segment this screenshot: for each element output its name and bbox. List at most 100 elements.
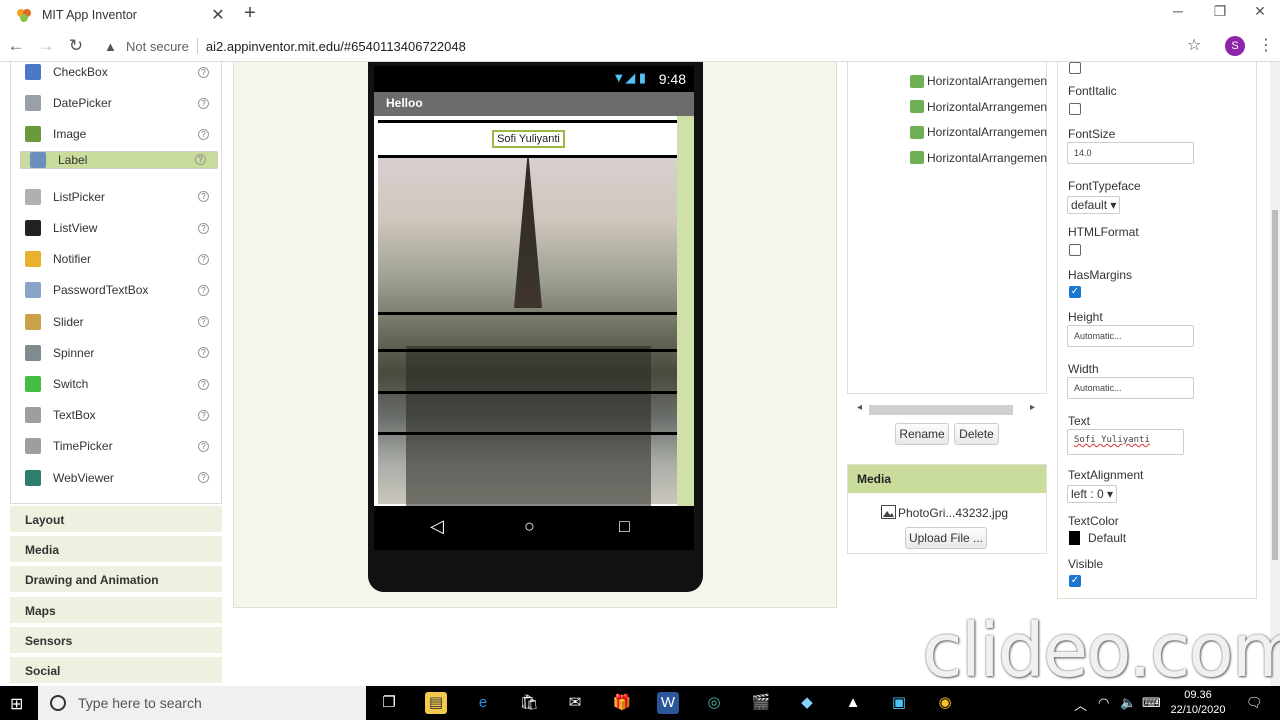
palette-category-sensors[interactable]: Sensors <box>10 626 222 655</box>
help-icon[interactable]: ? <box>198 316 209 328</box>
fonttypeface-select[interactable]: default ▾ <box>1067 196 1121 214</box>
textcolor-swatch[interactable] <box>1069 531 1080 545</box>
component-tree-item[interactable]: HorizontalArrangemen <box>910 122 1050 142</box>
maximize-button[interactable]: ❐ <box>1200 0 1240 26</box>
width-input[interactable]: Automatic... <box>1067 377 1194 399</box>
palette-item-spinner[interactable]: Spinner? <box>19 338 217 368</box>
help-icon[interactable]: ? <box>198 128 209 140</box>
back-arrow-icon[interactable]: ← <box>4 34 28 58</box>
mail-icon[interactable]: ✉ <box>564 692 586 714</box>
taskbar-search-box[interactable]: Type here to search <box>38 686 366 720</box>
arrangement-border[interactable] <box>378 120 677 123</box>
visible-checkbox[interactable]: ✓ <box>1069 575 1081 587</box>
edge-icon[interactable]: e <box>472 692 494 714</box>
keyboard-icon[interactable]: ⌨ <box>1142 695 1161 711</box>
nox-icon[interactable]: ◎ <box>703 692 725 714</box>
help-icon[interactable]: ? <box>195 154 206 166</box>
screen-app-icon[interactable]: ▣ <box>888 692 910 714</box>
label-sofi-yuliyanti[interactable]: Sofi Yuliyanti <box>492 130 565 148</box>
arrangement-border[interactable] <box>378 349 677 352</box>
help-icon[interactable]: ? <box>198 97 209 109</box>
url-field[interactable]: ▲ Not secure ai2.appinventor.mit.edu/#65… <box>96 33 1216 59</box>
reload-icon[interactable]: ↻ <box>64 34 88 58</box>
scroll-thumb[interactable] <box>869 405 1013 415</box>
textcolor-value[interactable]: Default <box>1088 531 1126 545</box>
chrome-icon[interactable]: ◉ <box>934 692 956 714</box>
component-tree-item[interactable]: HorizontalArrangemen <box>910 97 1050 117</box>
fontsize-input[interactable]: 14.0 <box>1067 142 1194 164</box>
arrangement-border[interactable] <box>378 155 677 158</box>
profile-avatar[interactable]: S <box>1225 36 1245 56</box>
forward-arrow-icon[interactable]: → <box>34 34 58 58</box>
help-icon[interactable]: ? <box>198 378 209 390</box>
new-tab-button[interactable]: + <box>240 2 260 25</box>
gift-icon[interactable]: 🎁 <box>611 692 633 714</box>
htmlformat-checkbox[interactable] <box>1069 244 1081 256</box>
palette-item-switch[interactable]: Switch? <box>19 369 217 399</box>
palette-category-maps[interactable]: Maps <box>10 596 222 625</box>
scroll-left-icon[interactable]: ◂ <box>857 402 862 413</box>
paint-icon[interactable]: ◆ <box>796 692 818 714</box>
help-icon[interactable]: ? <box>198 347 209 359</box>
height-input[interactable]: Automatic... <box>1067 325 1194 347</box>
fontitalic-checkbox[interactable] <box>1069 103 1081 115</box>
page-scroll-thumb[interactable] <box>1272 210 1278 560</box>
help-icon[interactable]: ? <box>198 440 209 452</box>
palette-category-media[interactable]: Media <box>10 536 222 565</box>
palette-item-textbox[interactable]: TextBox? <box>19 400 217 430</box>
help-icon[interactable]: ? <box>198 253 209 265</box>
windows-start-icon[interactable]: ⊞ <box>10 694 23 714</box>
tab-close-icon[interactable]: ✕ <box>208 5 228 25</box>
palette-item-webviewer[interactable]: WebViewer? <box>19 463 217 493</box>
hasmargins-checkbox[interactable]: ✓ <box>1069 286 1081 298</box>
arrangement-border[interactable] <box>378 312 677 315</box>
palette-category-social[interactable]: Social <box>10 657 222 685</box>
help-icon[interactable]: ? <box>198 284 209 296</box>
help-icon[interactable]: ? <box>198 66 209 78</box>
palette-item-listpicker[interactable]: ListPicker? <box>19 182 217 212</box>
palette-item-label[interactable]: Label? <box>20 150 218 169</box>
help-icon[interactable]: ? <box>198 409 209 421</box>
palette-item-datepicker[interactable]: DatePicker? <box>19 88 217 118</box>
palette-item-notifier[interactable]: Notifier? <box>19 244 217 274</box>
component-tree-item[interactable]: HorizontalArrangemen <box>910 148 1050 168</box>
notification-icon[interactable]: 🗨 <box>1246 695 1263 711</box>
arrangement-border[interactable] <box>378 432 677 435</box>
palette-category-layout[interactable]: Layout <box>10 506 222 534</box>
task-view-icon[interactable]: ❐ <box>378 692 400 714</box>
store-icon[interactable]: 🛍 <box>518 692 540 714</box>
arrangement-border[interactable] <box>378 391 677 394</box>
phone-screen[interactable]: Sofi Yuliyanti <box>374 116 694 506</box>
volume-icon[interactable]: 🔈 <box>1120 695 1136 711</box>
taskbar-clock[interactable]: 09.36 22/10/2020 <box>1168 688 1228 718</box>
help-icon[interactable]: ? <box>198 472 209 484</box>
background-image[interactable] <box>378 158 677 506</box>
palette-item-checkbox[interactable]: CheckBox? <box>19 62 217 87</box>
browser-tab[interactable]: MIT App Inventor ✕ <box>8 0 228 30</box>
components-horizontal-scrollbar[interactable]: ◂ ▸ <box>857 402 1037 416</box>
bookmark-star-icon[interactable]: ☆ <box>1187 35 1201 55</box>
help-icon[interactable]: ? <box>198 191 209 203</box>
palette-item-passwordtextbox[interactable]: PasswordTextBox? <box>19 275 217 305</box>
palette-item-slider[interactable]: Slider? <box>19 307 217 337</box>
window-close-button[interactable]: ✕ <box>1240 0 1280 26</box>
file-explorer-icon[interactable]: ▤ <box>425 692 447 714</box>
palette-item-timepicker[interactable]: TimePicker? <box>19 431 217 461</box>
media-file-name[interactable]: PhotoGri...43232.jpg <box>898 506 1008 520</box>
page-scrollbar[interactable] <box>1270 62 1280 686</box>
minimize-button[interactable]: ─ <box>1158 0 1198 26</box>
wifi-icon[interactable]: ◠ <box>1098 695 1109 711</box>
browser-menu-icon[interactable]: ⋮ <box>1258 35 1274 55</box>
rename-button[interactable]: Rename <box>895 423 949 445</box>
photos-icon[interactable]: ▲ <box>842 692 864 714</box>
delete-button[interactable]: Delete <box>954 423 999 445</box>
fontbold-checkbox[interactable] <box>1069 62 1081 74</box>
scroll-right-icon[interactable]: ▸ <box>1030 402 1035 413</box>
clapper-icon[interactable]: 🎬 <box>750 692 772 714</box>
word-icon[interactable]: W <box>657 692 679 714</box>
text-textarea[interactable]: Sofi Yuliyanti <box>1067 429 1184 455</box>
upload-file-button[interactable]: Upload File ... <box>905 527 987 549</box>
palette-item-listview[interactable]: ListView? <box>19 213 217 243</box>
textalignment-select[interactable]: left : 0 ▾ <box>1067 485 1118 503</box>
palette-category-drawing-and-animation[interactable]: Drawing and Animation <box>10 566 222 595</box>
